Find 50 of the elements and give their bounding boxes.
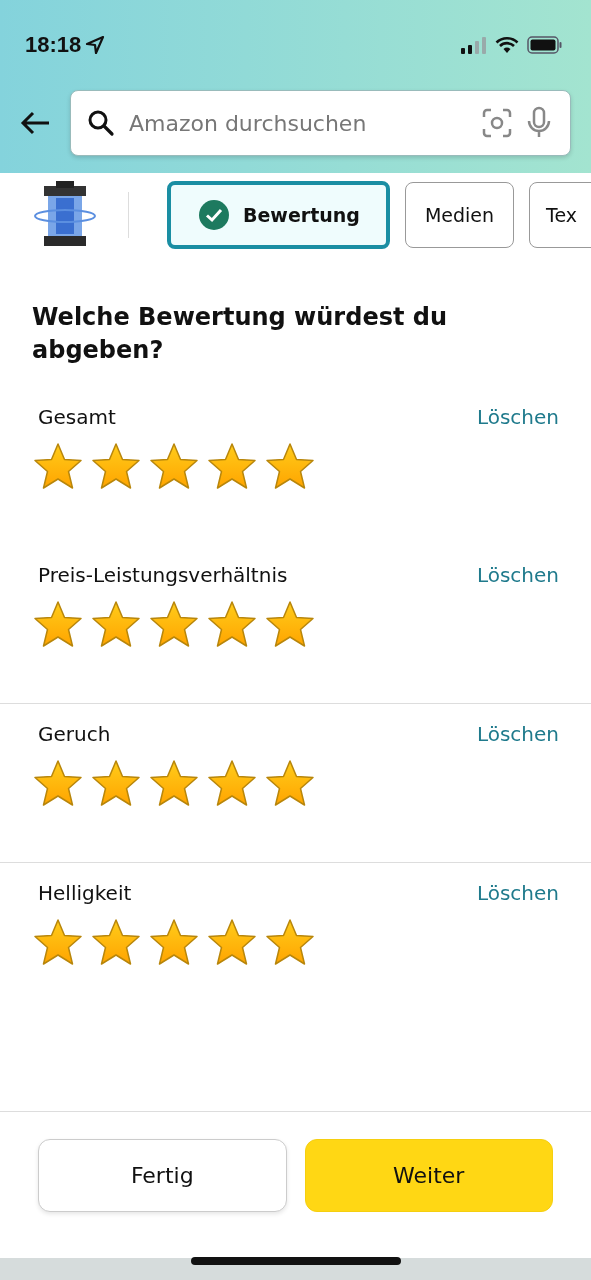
filled-star-icon[interactable]: [206, 758, 258, 808]
filled-star-icon[interactable]: [90, 917, 142, 967]
rating-label: Preis-Leistungsverhältnis: [38, 563, 288, 587]
filled-star-icon[interactable]: [90, 441, 142, 491]
filled-star-icon[interactable]: [32, 917, 84, 967]
star-rating[interactable]: [32, 917, 316, 967]
rating-label: Geruch: [38, 722, 111, 746]
filled-star-icon[interactable]: [32, 758, 84, 808]
clear-link[interactable]: Löschen: [476, 881, 559, 905]
location-arrow-icon: [85, 35, 106, 55]
filled-star-icon[interactable]: [148, 441, 200, 491]
microphone-icon[interactable]: [526, 106, 552, 140]
done-button[interactable]: Fertig: [38, 1139, 287, 1212]
step-tab[interactable]: Medien: [404, 182, 515, 248]
filled-star-icon[interactable]: [264, 758, 316, 808]
checkmark-icon: [199, 200, 229, 230]
filled-star-icon[interactable]: [32, 599, 84, 649]
question-heading: Welche Bewertung würdest du abgeben?: [32, 302, 449, 366]
step-tab[interactable]: Bewertung: [167, 181, 390, 249]
clock-time: 18:18: [25, 32, 82, 58]
step-tab[interactable]: Tex: [529, 182, 591, 248]
filled-star-icon[interactable]: [206, 599, 258, 649]
battery-icon: [527, 36, 563, 54]
filled-star-icon[interactable]: [90, 758, 142, 808]
continue-button[interactable]: Weiter: [304, 1139, 553, 1212]
signal-icon: [461, 36, 487, 54]
back-arrow-icon[interactable]: [19, 110, 51, 136]
search-bar[interactable]: Amazon durchsuchen: [70, 90, 571, 156]
camera-scan-icon[interactable]: [482, 108, 512, 138]
filled-star-icon[interactable]: [206, 441, 258, 491]
filled-star-icon[interactable]: [148, 599, 200, 649]
star-rating[interactable]: [32, 441, 316, 491]
filled-star-icon[interactable]: [148, 758, 200, 808]
star-rating[interactable]: [32, 599, 316, 649]
filled-star-icon[interactable]: [148, 917, 200, 967]
filled-star-icon[interactable]: [90, 599, 142, 649]
filled-star-icon[interactable]: [206, 917, 258, 967]
search-field[interactable]: Amazon durchsuchen: [129, 110, 468, 136]
filled-star-icon[interactable]: [32, 441, 84, 491]
filled-star-icon[interactable]: [264, 441, 316, 491]
star-rating[interactable]: [32, 758, 316, 808]
rating-label: Gesamt: [38, 405, 116, 429]
clear-link[interactable]: Löschen: [476, 722, 559, 746]
rating-label: Helligkeit: [38, 881, 132, 905]
filled-star-icon[interactable]: [264, 599, 316, 649]
search-icon: [87, 109, 115, 137]
filled-star-icon[interactable]: [264, 917, 316, 967]
clear-link[interactable]: Löschen: [476, 405, 559, 429]
wifi-icon: [495, 36, 519, 54]
clear-link[interactable]: Löschen: [476, 563, 559, 587]
